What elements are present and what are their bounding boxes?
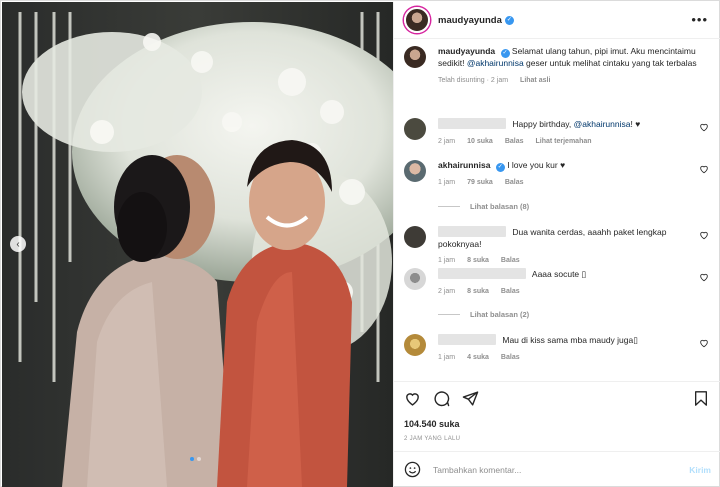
- comment-time[interactable]: 1 jam: [438, 352, 455, 364]
- comment-meta: 2 jam 10 suka Balas Lihat terjemahan: [438, 136, 709, 148]
- comment-body: Happy birthday, @akhairunnisa! ♥ 2 jam 1…: [438, 118, 709, 147]
- carousel-dots: [190, 457, 201, 461]
- view-replies-label[interactable]: Lihat balasan (8): [470, 202, 529, 211]
- avatar[interactable]: [404, 268, 426, 290]
- emoji-icon[interactable]: [404, 461, 421, 478]
- view-replies-label[interactable]: Lihat balasan (2): [470, 310, 529, 319]
- replies-divider: [438, 314, 460, 315]
- comment-input[interactable]: [433, 464, 690, 475]
- caption-body: maudyayunda ✓ Selamat ulang tahun, pipi …: [438, 46, 709, 86]
- caption-meta: Telah disunting · 2 jam Lihat asli: [438, 75, 709, 87]
- see-original-link[interactable]: Lihat asli: [520, 75, 550, 87]
- comment-icon[interactable]: [433, 390, 450, 407]
- comment-time[interactable]: 2 jam: [438, 136, 455, 148]
- avatar[interactable]: [404, 118, 426, 140]
- bookmark-icon[interactable]: [693, 390, 709, 407]
- caption-username[interactable]: maudyayunda: [438, 46, 495, 56]
- blurred-username: [438, 226, 506, 237]
- photo-illustration: [2, 2, 393, 487]
- post-comment-button[interactable]: Kirim: [689, 465, 711, 475]
- comment-username[interactable]: akhairunnisa: [438, 160, 490, 170]
- comment-likes[interactable]: 8 suka: [467, 255, 489, 267]
- replies-divider: [438, 206, 460, 207]
- comment-item: Happy birthday, @akhairunnisa! ♥ 2 jam 1…: [404, 118, 709, 147]
- blurred-username: [438, 118, 506, 129]
- comment-body: Dua wanita cerdas, aaahh paket lengkap p…: [438, 226, 709, 267]
- post-header: maudyayunda ✓ •••: [394, 2, 720, 39]
- verified-icon: ✓: [495, 163, 505, 172]
- heart-icon[interactable]: [699, 272, 709, 282]
- post-panel: maudyayunda ✓ ••• maudyayunda ✓ Selamat …: [393, 2, 720, 487]
- comment-meta: 1 jam 79 suka Balas: [438, 177, 709, 189]
- comment-time[interactable]: 2 jam: [438, 286, 455, 298]
- comment-mention[interactable]: @akhairunnisa: [574, 119, 631, 129]
- reply-button[interactable]: Balas: [505, 136, 524, 148]
- comment-text: Aaaa socute ▯: [531, 269, 587, 279]
- verified-icon: ✓: [500, 49, 510, 58]
- comment-time[interactable]: 1 jam: [438, 255, 455, 267]
- view-replies-button[interactable]: Lihat balasan (8): [438, 202, 529, 211]
- verified-icon: ✓: [504, 15, 514, 25]
- reply-button[interactable]: Balas: [501, 286, 520, 298]
- comment-likes[interactable]: 4 suka: [467, 352, 489, 364]
- edited-label: Telah disunting · 2 jam: [438, 76, 509, 84]
- avatar[interactable]: [404, 7, 430, 33]
- comment-meta: 1 jam 4 suka Balas: [438, 352, 709, 364]
- comment-text: I love you kur ♥: [507, 160, 566, 170]
- comment-body: Aaaa socute ▯ 2 jam 8 suka Balas: [438, 268, 709, 297]
- caption-mention[interactable]: @akhairunnisa: [467, 58, 524, 68]
- chevron-left-icon[interactable]: ‹: [10, 236, 26, 252]
- action-icons: [404, 390, 479, 407]
- reply-button[interactable]: Balas: [501, 255, 520, 267]
- comment-item: Mau di kiss sama mba maudy juga▯ 1 jam 4…: [404, 334, 709, 363]
- reply-button[interactable]: Balas: [501, 352, 520, 364]
- comment-item: akhairunnisa ✓ I love you kur ♥ 1 jam 79…: [404, 160, 709, 189]
- likes-count[interactable]: 104.540 suka: [404, 419, 460, 429]
- action-bar: 104.540 suka 2 JAM YANG LALU: [394, 381, 720, 451]
- comment-likes[interactable]: 10 suka: [467, 136, 493, 148]
- comment-meta: 1 jam 8 suka Balas: [438, 255, 709, 267]
- reply-button[interactable]: Balas: [505, 177, 524, 189]
- comment-meta: 2 jam 8 suka Balas: [438, 286, 709, 298]
- comment-likes[interactable]: 79 suka: [467, 177, 493, 189]
- caption: maudyayunda ✓ Selamat ulang tahun, pipi …: [404, 46, 709, 86]
- heart-icon[interactable]: [699, 230, 709, 240]
- heart-icon[interactable]: [404, 390, 421, 407]
- comment-text-end: ! ♥: [630, 119, 641, 129]
- comment-body: Mau di kiss sama mba maudy juga▯ 1 jam 4…: [438, 334, 709, 363]
- comment-text: Mau di kiss sama mba maudy juga▯: [502, 335, 638, 345]
- comment-likes[interactable]: 8 suka: [467, 286, 489, 298]
- post-photo[interactable]: ‹: [2, 2, 393, 487]
- avatar[interactable]: [404, 46, 426, 68]
- comment-time[interactable]: 1 jam: [438, 177, 455, 189]
- comment-body: akhairunnisa ✓ I love you kur ♥ 1 jam 79…: [438, 160, 709, 189]
- comment-item: Aaaa socute ▯ 2 jam 8 suka Balas: [404, 268, 709, 297]
- avatar[interactable]: [404, 226, 426, 248]
- view-replies-button[interactable]: Lihat balasan (2): [438, 310, 529, 319]
- post-dialog: ‹ maudyayunda ✓ ••• maudyayunda ✓ Selama…: [0, 0, 720, 487]
- carousel-dot: [197, 457, 201, 461]
- comment-composer: Kirim: [394, 451, 720, 487]
- header-username[interactable]: maudyayunda: [438, 15, 502, 26]
- comment-item: Dua wanita cerdas, aaahh paket lengkap p…: [404, 226, 709, 267]
- send-icon[interactable]: [462, 390, 479, 407]
- heart-icon[interactable]: [699, 338, 709, 348]
- blurred-username: [438, 268, 526, 279]
- more-icon[interactable]: •••: [691, 12, 708, 27]
- heart-icon[interactable]: [699, 122, 709, 132]
- translate-button[interactable]: Lihat terjemahan: [536, 136, 592, 148]
- caption-text-rest: geser untuk melihat cintaku yang tak ter…: [526, 58, 697, 68]
- post-time[interactable]: 2 JAM YANG LALU: [404, 436, 460, 442]
- avatar[interactable]: [404, 160, 426, 182]
- blurred-username: [438, 334, 496, 345]
- carousel-dot: [190, 457, 194, 461]
- avatar[interactable]: [404, 334, 426, 356]
- comments-list[interactable]: maudyayunda ✓ Selamat ulang tahun, pipi …: [394, 40, 720, 380]
- heart-icon[interactable]: [699, 164, 709, 174]
- comment-text: Happy birthday,: [512, 119, 572, 129]
